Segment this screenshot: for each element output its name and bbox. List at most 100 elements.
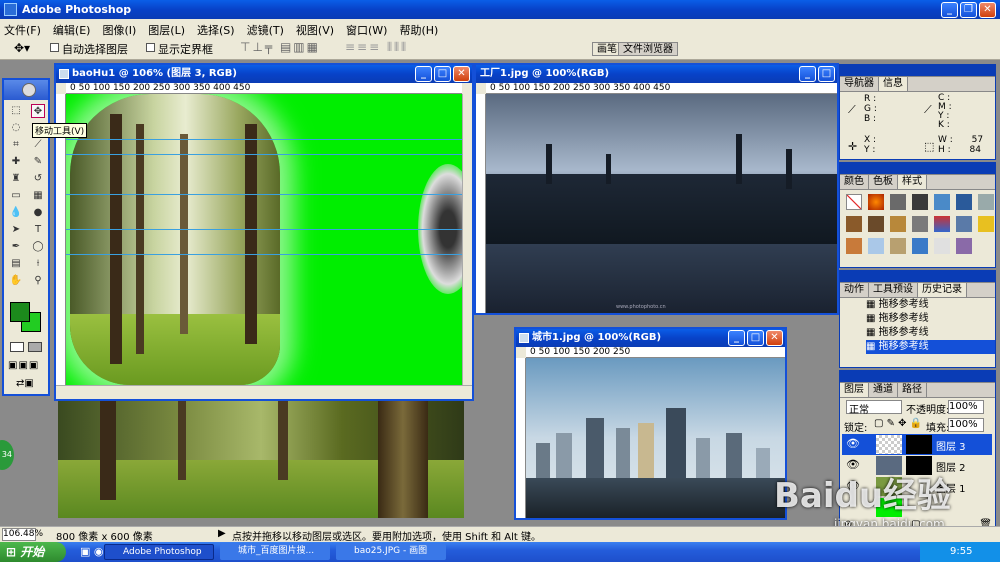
layer-row-selected[interactable]: 👁 图层 3: [842, 434, 992, 455]
canvas-bao[interactable]: [66, 94, 462, 385]
style-swatch[interactable]: [934, 216, 950, 232]
menu-edit[interactable]: 编辑(E): [53, 22, 91, 37]
doc-maximize-button[interactable]: □: [747, 330, 764, 346]
doc-close-button[interactable]: ✕: [453, 66, 470, 82]
start-button[interactable]: ⊞ 开始: [0, 542, 66, 562]
menu-help[interactable]: 帮助(H): [399, 22, 438, 37]
style-swatch[interactable]: [868, 194, 884, 210]
zoom-field[interactable]: 106.48%: [2, 528, 43, 541]
pen-tool-icon[interactable]: ✒: [9, 240, 23, 254]
move-tool-icon[interactable]: ✥: [31, 104, 45, 118]
tab-actions[interactable]: 动作: [840, 283, 869, 297]
doc-close-button[interactable]: ✕: [766, 330, 783, 346]
eyedropper-icon[interactable]: ⟊: [31, 257, 45, 271]
marquee-tool-icon[interactable]: ⬚: [9, 104, 23, 118]
doc-minimize-button[interactable]: _: [799, 66, 816, 82]
minimize-button[interactable]: _: [941, 2, 958, 18]
align-buttons[interactable]: ⊤⊥╤ ▤▥▦: [240, 40, 320, 54]
crop-tool-icon[interactable]: ⌗: [9, 138, 23, 152]
auto-select-checkbox[interactable]: [50, 43, 59, 52]
style-swatch[interactable]: [868, 216, 884, 232]
notes-tool-icon[interactable]: ▤: [9, 257, 23, 271]
menu-select[interactable]: 选择(S): [197, 22, 235, 37]
show-bounds-checkbox[interactable]: [146, 43, 155, 52]
jump-to-imageready-icon[interactable]: ⇄▣: [16, 378, 34, 389]
history-item-current[interactable]: ▦ 拖移参考线: [866, 340, 995, 354]
document-window-factory[interactable]: 工厂1.jpg @ 100%(RGB) _ □ 0 50 100 150 200…: [474, 63, 839, 315]
history-item[interactable]: ▦ 拖移参考线: [866, 298, 995, 312]
canvas-city[interactable]: [526, 358, 785, 518]
menu-image[interactable]: 图像(I): [102, 22, 136, 37]
style-swatch[interactable]: [978, 194, 994, 210]
menu-view[interactable]: 视图(V): [296, 22, 334, 37]
history-item[interactable]: ▦ 拖移参考线: [866, 312, 995, 326]
gradient-tool-icon[interactable]: ▦: [31, 189, 45, 203]
blend-mode-select[interactable]: 正常: [846, 400, 902, 416]
shape-tool-icon[interactable]: ◯: [31, 240, 45, 254]
doc-minimize-button[interactable]: _: [415, 66, 432, 82]
tab-color[interactable]: 颜色: [840, 175, 869, 189]
lasso-tool-icon[interactable]: ◌: [9, 121, 23, 135]
style-swatch[interactable]: [846, 238, 862, 254]
style-swatch[interactable]: [934, 238, 950, 254]
document-window-city[interactable]: 城市1.jpg @ 100%(RGB) _ □ ✕ 0 50 100 150 2…: [514, 327, 787, 520]
tab-navigator[interactable]: 导航器: [840, 77, 879, 91]
distribute-buttons[interactable]: ≡≡≡ ⫴⫴⫴: [345, 40, 408, 55]
taskbar-item-browser[interactable]: 城市_百度图片搜...: [220, 544, 330, 560]
style-swatch[interactable]: [912, 194, 928, 210]
status-arrow-icon[interactable]: ▶: [218, 528, 226, 539]
close-button[interactable]: ✕: [979, 2, 996, 18]
fill-input[interactable]: 100%: [948, 418, 984, 432]
doc-maximize-button[interactable]: □: [818, 66, 835, 82]
style-swatch[interactable]: [868, 238, 884, 254]
vertical-scrollbar[interactable]: [462, 94, 472, 385]
foreground-color-swatch[interactable]: [10, 302, 30, 322]
stamp-tool-icon[interactable]: ♜: [9, 172, 23, 186]
menu-filter[interactable]: 滤镜(T): [247, 22, 284, 37]
heal-tool-icon[interactable]: ✚: [9, 155, 23, 169]
style-swatch[interactable]: [956, 194, 972, 210]
canvas-factory[interactable]: www.photophoto.cn: [486, 94, 837, 313]
quickmask-icon[interactable]: [10, 342, 24, 352]
style-swatch[interactable]: [846, 194, 862, 210]
style-swatch[interactable]: [956, 216, 972, 232]
taskbar-item-paint[interactable]: bao25.JPG - 画图: [336, 544, 446, 560]
style-swatch[interactable]: [890, 216, 906, 232]
menu-file[interactable]: 文件(F): [4, 22, 41, 37]
brush-tool-icon[interactable]: ✎: [31, 155, 45, 169]
style-swatch[interactable]: [978, 216, 994, 232]
opacity-input[interactable]: 100%: [948, 400, 984, 414]
tab-channels[interactable]: 通道: [869, 383, 898, 397]
type-tool-icon[interactable]: T: [31, 223, 45, 237]
horizontal-scrollbar[interactable]: [56, 385, 472, 399]
history-brush-icon[interactable]: ↺: [31, 172, 45, 186]
menu-layer[interactable]: 图层(L): [148, 22, 185, 37]
doc-minimize-button[interactable]: _: [728, 330, 745, 346]
blur-tool-icon[interactable]: 💧: [9, 206, 23, 220]
style-swatch[interactable]: [890, 238, 906, 254]
style-swatch[interactable]: [912, 216, 928, 232]
restore-button[interactable]: ❐: [960, 2, 977, 18]
doc-maximize-button[interactable]: □: [434, 66, 451, 82]
screen-mode-icons[interactable]: ▣▣▣: [8, 360, 39, 371]
menu-window[interactable]: 窗口(W): [346, 22, 387, 37]
path-select-icon[interactable]: ➤: [9, 223, 23, 237]
tab-info[interactable]: 信息: [879, 77, 908, 91]
eraser-tool-icon[interactable]: ▭: [9, 189, 23, 203]
tab-tool-presets[interactable]: 工具预设: [869, 283, 918, 297]
tab-styles[interactable]: 样式: [898, 175, 927, 189]
standard-mode-icon[interactable]: [28, 342, 42, 352]
style-swatch[interactable]: [934, 194, 950, 210]
move-tool-icon[interactable]: ✥▾: [14, 41, 30, 55]
slice-tool-icon[interactable]: ⟋: [31, 138, 45, 152]
tab-swatches[interactable]: 色板: [869, 175, 898, 189]
lock-icons[interactable]: ▢ ✎ ✥ 🔒: [874, 418, 922, 429]
style-swatch[interactable]: [912, 238, 928, 254]
hand-tool-icon[interactable]: ✋: [9, 274, 23, 288]
style-swatch[interactable]: [890, 194, 906, 210]
tab-history[interactable]: 历史记录: [918, 283, 967, 297]
document-window-bao[interactable]: baoHu1 @ 106% (图层 3, RGB) _ □ ✕ 0 50 100…: [54, 63, 474, 401]
style-swatch[interactable]: [956, 238, 972, 254]
quick-launch-icons[interactable]: ▣ ◉: [80, 545, 104, 558]
dodge-tool-icon[interactable]: ●: [31, 206, 45, 220]
